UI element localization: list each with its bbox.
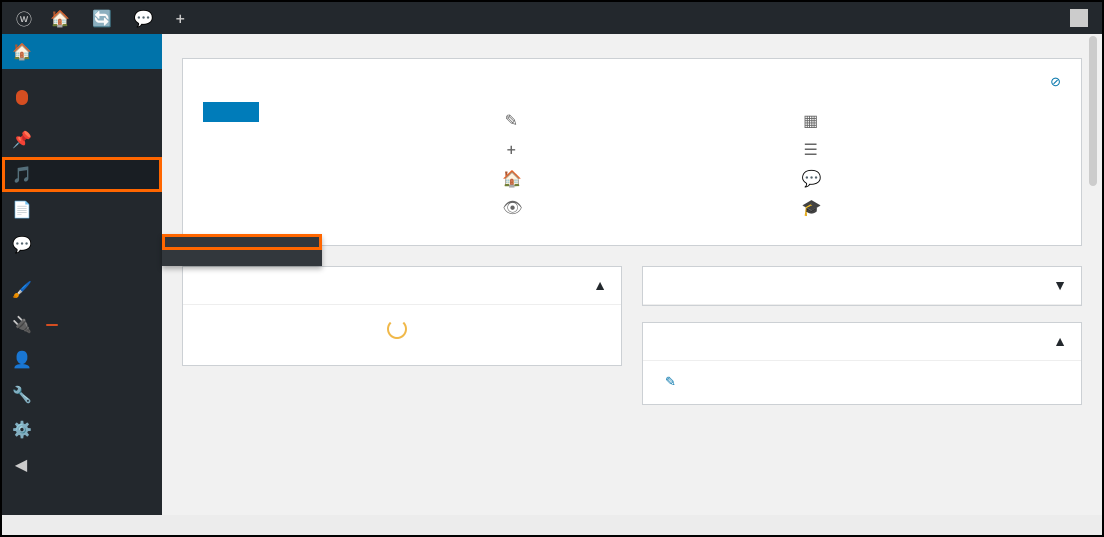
link-view-site[interactable]: 👁 <box>502 198 761 217</box>
welcome-col-next-steps: ✎ + 🏠 👁 <box>502 97 761 227</box>
settings-icon: ⚙️ <box>12 420 30 439</box>
chevron-up-icon: ▲ <box>593 277 607 294</box>
chevron-up-icon: ▲ <box>1053 333 1067 350</box>
link-write-post[interactable]: ✎ <box>502 111 761 130</box>
link-learn-more[interactable]: 🎓 <box>802 198 1061 217</box>
media-icon: 🎵 <box>12 165 30 184</box>
admin-toolbar: ⓦ 🏠 🔄 💬 + <box>2 2 1102 34</box>
dismiss-icon: ⊘ <box>1050 75 1061 90</box>
link-toggle-comments[interactable]: 💬 <box>802 169 1061 188</box>
toolbar-left: ⓦ 🏠 🔄 💬 + <box>10 6 195 30</box>
quick-draft-header[interactable]: ▼ <box>643 267 1081 305</box>
link-manage-widgets[interactable]: ▦ <box>802 111 1061 130</box>
comment-icon: 💬 <box>12 235 30 254</box>
sidebar-item-plugins[interactable]: 🔌 <box>2 307 162 342</box>
account-link[interactable] <box>1060 9 1094 27</box>
comment-icon: 💬 <box>134 9 154 28</box>
plug-icon: 🔌 <box>12 315 30 334</box>
view-icon: 👁 <box>502 198 520 217</box>
plus-icon: + <box>176 9 185 28</box>
media-flyout <box>162 234 322 266</box>
link-manage-menus[interactable]: ☰ <box>802 140 1061 159</box>
sidebar-item-appearance[interactable]: 🖌️ <box>2 272 162 307</box>
collapse-icon: ◀ <box>12 455 30 474</box>
flyout-library[interactable] <box>162 234 322 250</box>
avatar <box>1070 9 1088 27</box>
welcome-col-more-actions: ▦ ☰ 💬 🎓 <box>802 97 1061 227</box>
sidebar-collapse[interactable]: ◀ <box>2 447 162 482</box>
toolbar-right <box>1060 9 1094 27</box>
wordpress-icon: ⓦ <box>16 6 32 30</box>
events-header[interactable]: ▲ <box>643 323 1081 361</box>
new-link[interactable]: + <box>170 9 195 28</box>
pencil-icon[interactable]: ✎ <box>665 375 676 390</box>
home-icon: 🏠 <box>50 9 70 28</box>
welcome-col-get-started <box>203 97 462 227</box>
content-area: ⊘ ✎ + 🏠 👁 ▦ ☰ 💬 <box>162 34 1102 515</box>
sidebar-item-media[interactable]: 🎵 <box>2 157 162 192</box>
sidebar-item-settings[interactable]: ⚙️ <box>2 412 162 447</box>
link-setup-homepage[interactable]: 🏠 <box>502 169 761 188</box>
wp-logo[interactable]: ⓦ <box>10 6 38 30</box>
cap-icon: 🎓 <box>802 198 820 217</box>
events-prompt-row: ✎ <box>657 375 1067 390</box>
sidebar-item-dashboard[interactable]: 🏠 <box>2 34 162 69</box>
menu-icon: ☰ <box>802 140 820 159</box>
wrench-icon: 🔧 <box>12 385 30 404</box>
customize-button[interactable] <box>203 102 259 122</box>
dashboard-icon: 🏠 <box>12 42 30 61</box>
pin-icon: 📌 <box>12 130 30 149</box>
widgets-icon: ▦ <box>802 111 820 130</box>
flyout-add-new[interactable] <box>162 250 322 266</box>
updates-link[interactable]: 🔄 <box>86 9 122 28</box>
sidebar-item-pages[interactable]: 📄 <box>2 192 162 227</box>
events-box: ▲ ✎ <box>642 322 1082 405</box>
plugins-badge <box>46 324 58 326</box>
refresh-icon: 🔄 <box>92 9 112 28</box>
scrollbar[interactable] <box>1089 36 1097 186</box>
site-link[interactable]: 🏠 <box>44 9 80 28</box>
status-bar <box>2 515 1102 535</box>
brush-icon: 🖌️ <box>12 280 30 299</box>
chevron-down-icon: ▼ <box>1053 277 1067 294</box>
edit-icon: ✎ <box>502 111 520 130</box>
updates-badge <box>16 90 28 105</box>
page-icon: 📄 <box>12 200 30 219</box>
admin-sidebar: 🏠 📌 🎵 📄 💬 🖌️ 🔌 👤 🔧 ⚙️ ◀ <box>2 34 162 515</box>
sidebar-item-posts[interactable]: 📌 <box>2 122 162 157</box>
comments-link[interactable]: 💬 <box>128 9 164 28</box>
welcome-panel: ⊘ ✎ + 🏠 👁 ▦ ☰ 💬 <box>182 58 1082 246</box>
health-status-row <box>197 319 607 339</box>
sidebar-sub-home[interactable] <box>2 69 162 83</box>
quick-draft-box: ▼ <box>642 266 1082 306</box>
sidebar-item-users[interactable]: 👤 <box>2 342 162 377</box>
link-add-about[interactable]: + <box>502 140 761 159</box>
user-icon: 👤 <box>12 350 30 369</box>
spinner-icon <box>387 319 407 339</box>
site-health-header[interactable]: ▲ <box>183 267 621 305</box>
dismiss-link[interactable]: ⊘ <box>1050 75 1065 90</box>
home-icon: 🏠 <box>502 169 520 188</box>
plus-icon: + <box>502 140 520 159</box>
comment-icon: 💬 <box>802 169 820 188</box>
sidebar-item-comments[interactable]: 💬 <box>2 227 162 262</box>
sidebar-sub-updates[interactable] <box>2 83 162 112</box>
site-health-box: ▲ <box>182 266 622 366</box>
sidebar-item-tools[interactable]: 🔧 <box>2 377 162 412</box>
